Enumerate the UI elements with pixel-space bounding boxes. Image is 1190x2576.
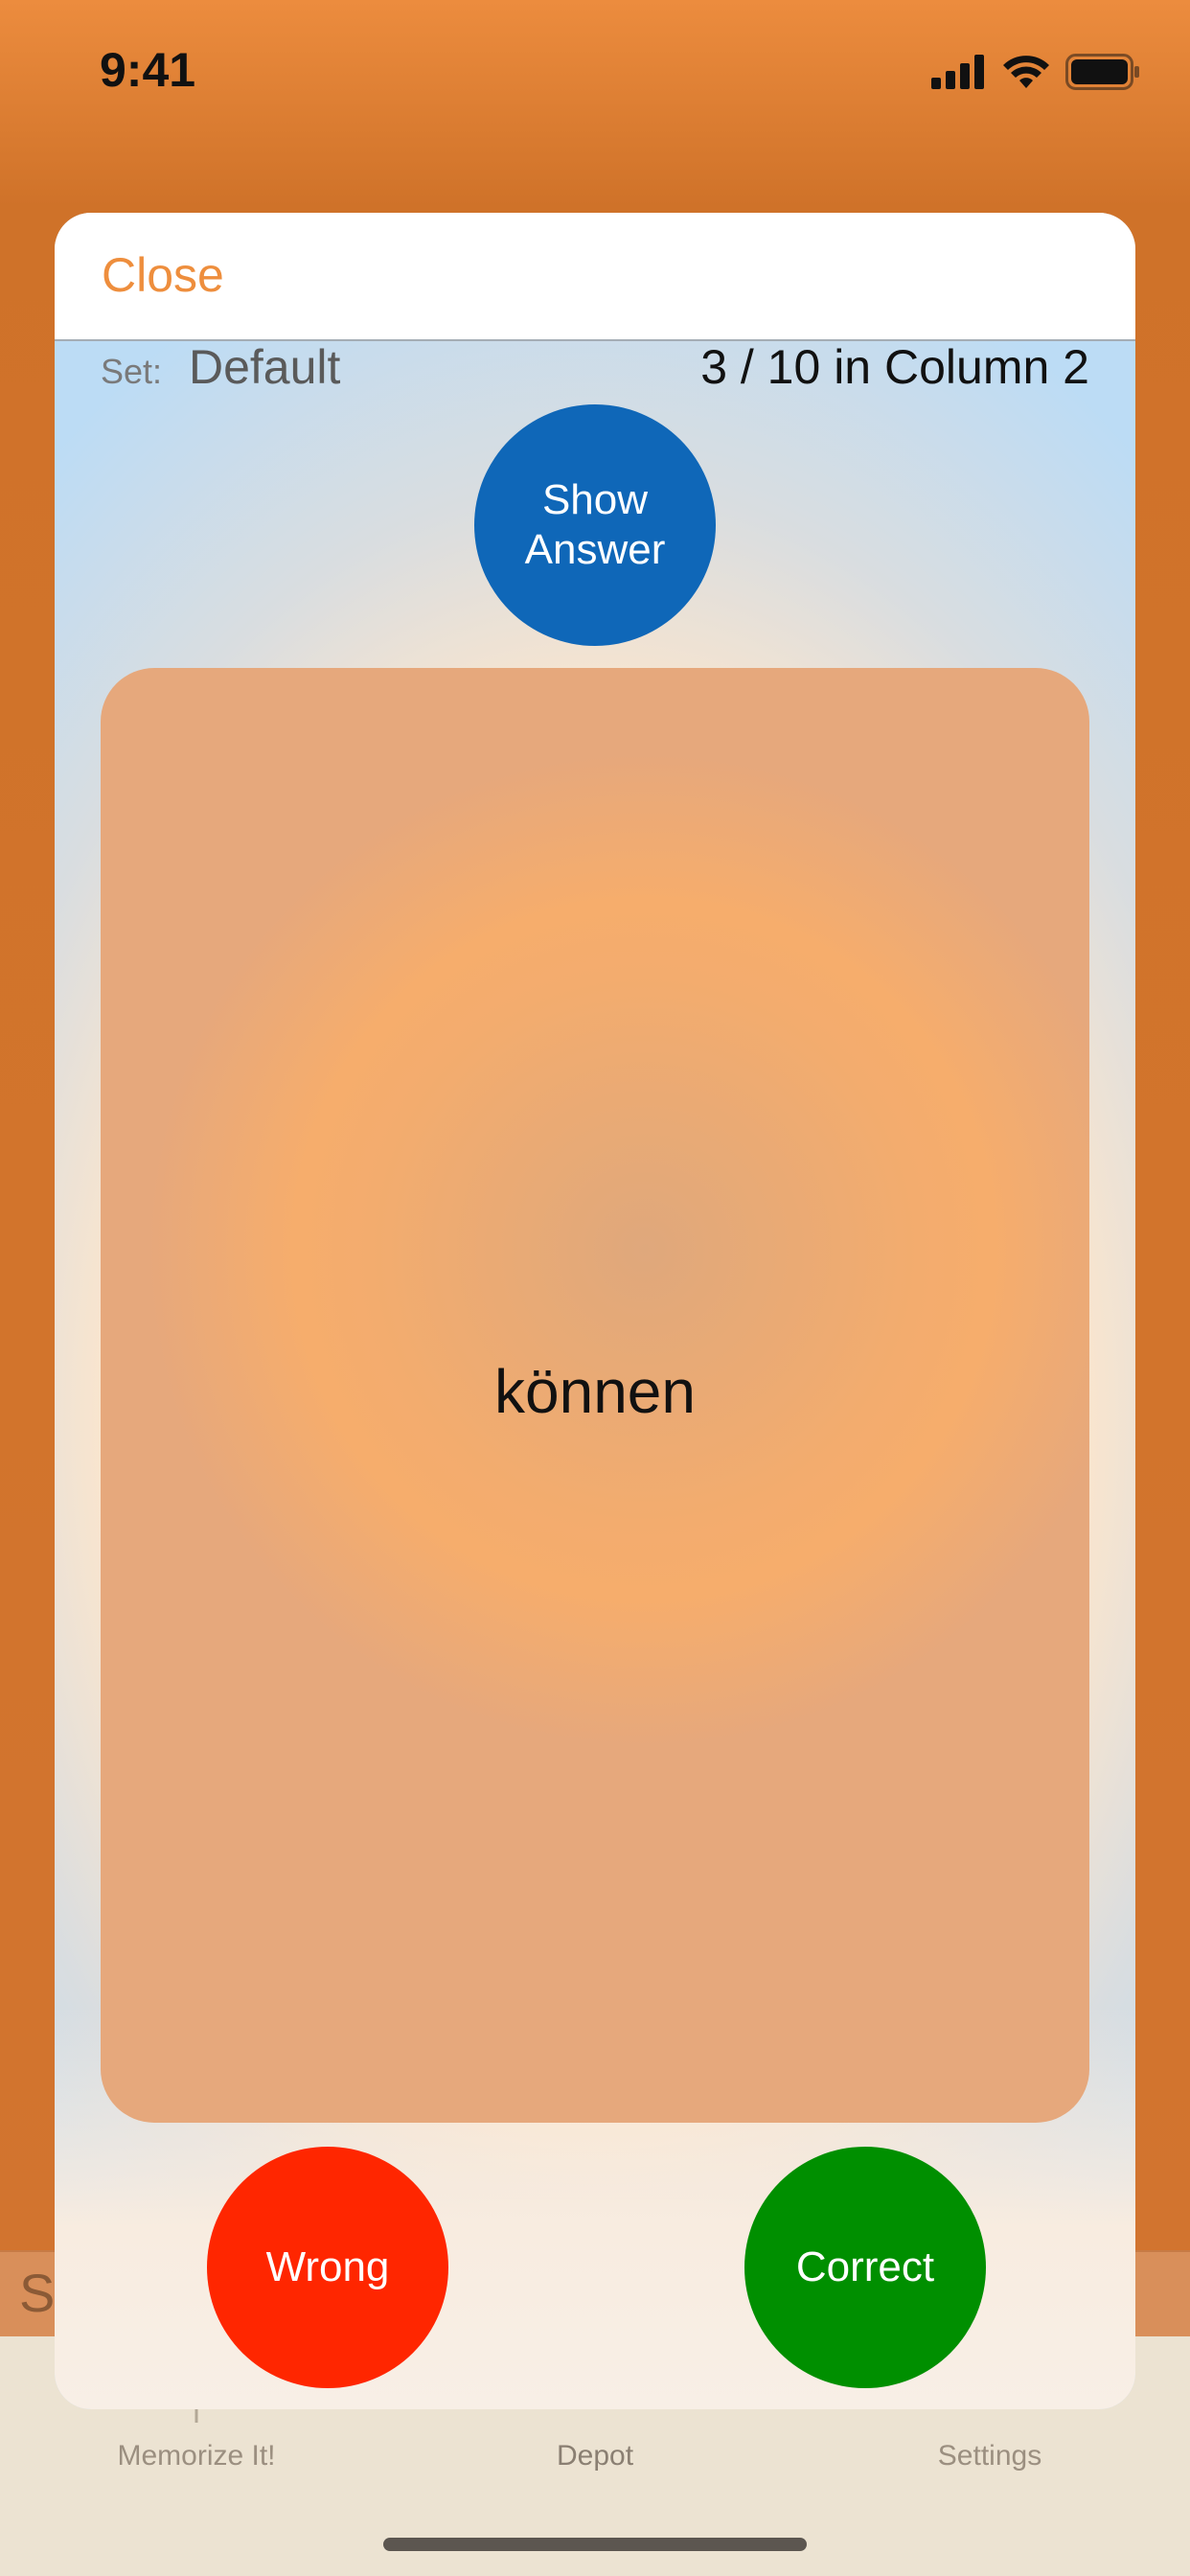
status-icons	[931, 50, 1140, 94]
tab-settings-label: Settings	[937, 2440, 1042, 2472]
wifi-icon	[1003, 56, 1049, 88]
flashcard-sheet: Close Set: Default 3 / 10 in Column 2 Sh…	[55, 213, 1135, 2409]
background-bar-text: S	[19, 2263, 56, 2323]
flashcard-word: können	[494, 1357, 696, 1426]
status-bar: 9:41	[0, 0, 1190, 144]
correct-button[interactable]: Correct	[744, 2147, 986, 2388]
show-answer-label: Show Answer	[524, 476, 666, 573]
tab-memorize-it[interactable]: Memorize It!	[72, 2440, 321, 2472]
sheet-header: Close	[55, 213, 1135, 341]
home-indicator	[383, 2538, 807, 2551]
set-value: Default	[189, 340, 341, 394]
tab-settings[interactable]: Settings	[865, 2440, 1114, 2472]
wrong-label: Wrong	[265, 2243, 390, 2291]
set-label: Set:	[101, 352, 163, 391]
tab-depot-label: Depot	[556, 2440, 634, 2472]
close-button[interactable]: Close	[102, 247, 224, 303]
wrong-button[interactable]: Wrong	[207, 2147, 448, 2388]
tab-depot[interactable]: Depot	[470, 2440, 720, 2472]
battery-icon	[1065, 54, 1139, 90]
card-progress: 3 / 10 in Column 2	[700, 340, 1089, 394]
flashcard[interactable]: können	[101, 668, 1089, 2123]
show-answer-button[interactable]: Show Answer	[474, 404, 716, 646]
status-time: 9:41	[100, 43, 196, 97]
correct-label: Correct	[795, 2243, 935, 2291]
cellular-signal-icon	[931, 55, 984, 89]
tab-memorize-label: Memorize It!	[117, 2440, 276, 2472]
